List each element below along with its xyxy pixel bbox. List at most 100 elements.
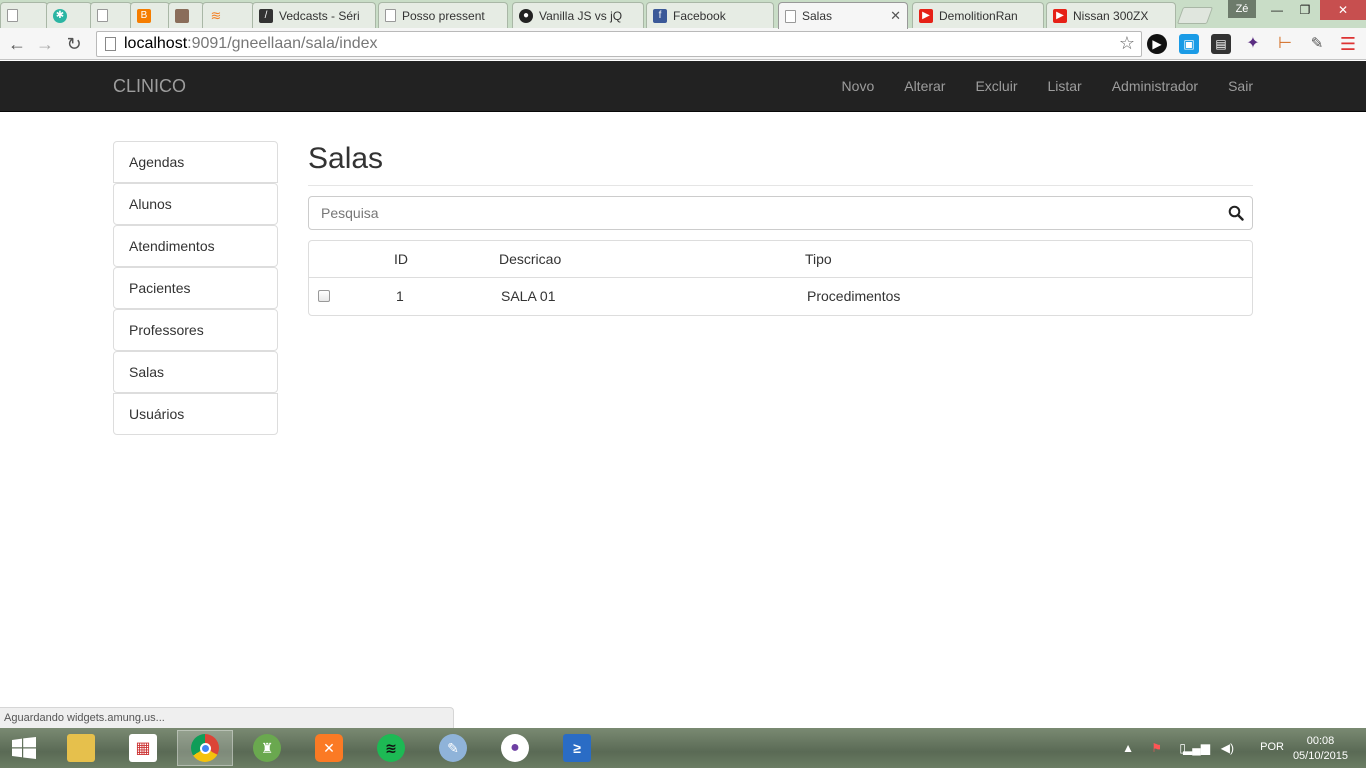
browser-tab-active[interactable]: Salas ✕ xyxy=(778,2,908,29)
cell-descricao: SALA 01 xyxy=(501,288,556,305)
sidebar-item-usuarios[interactable]: Usuários xyxy=(113,393,278,435)
cell-id: 1 xyxy=(396,288,404,305)
vedcasts-icon: / xyxy=(259,8,273,23)
rss-extension-icon[interactable]: ⊢ xyxy=(1275,34,1295,54)
xampp-icon: ✕ xyxy=(315,734,343,762)
row-checkbox[interactable] xyxy=(318,290,330,303)
clock-time: 00:08 xyxy=(1306,735,1335,747)
gear-icon: ✱ xyxy=(53,8,67,23)
row-select-cell xyxy=(309,277,391,315)
page-icon xyxy=(385,9,396,22)
reload-icon[interactable]: ↻ xyxy=(62,32,86,56)
windows-taskbar: ▦ ♜ ✕ ≋ ✎ ● ≥ ▲ ⚑ ▯ ▂▄▆ ◀) POR 00:08 05/… xyxy=(0,728,1366,768)
play-extension-icon[interactable]: ▶ xyxy=(1147,34,1167,54)
taskbar-apps[interactable]: ▦ xyxy=(115,730,171,766)
brand-link[interactable]: CLINICO xyxy=(113,76,186,97)
app-icon: ♜ xyxy=(253,734,281,762)
close-window-icon[interactable]: ✕ xyxy=(1320,0,1366,20)
apps-grid-icon: ▦ xyxy=(129,734,157,762)
sidebar-item-salas[interactable]: Salas xyxy=(113,351,278,393)
flag-icon[interactable]: ⚑ xyxy=(1151,741,1162,755)
address-bar[interactable]: localhost:9091/gneellaan/sala/index ☆ xyxy=(96,31,1142,57)
spotify-icon: ≋ xyxy=(377,734,405,762)
table-row[interactable]: 1 SALA 01 Procedimentos xyxy=(309,277,1252,315)
taskbar-paint[interactable]: ✎ xyxy=(425,730,481,766)
stackoverflow-icon: ≋ xyxy=(210,7,222,23)
nav-alterar[interactable]: Alterar xyxy=(874,61,945,111)
browser-tab[interactable]: ▶ DemolitionRan xyxy=(912,2,1044,28)
restore-icon[interactable]: ❐ xyxy=(1292,0,1318,20)
app-navbar: CLINICO Novo Alterar Excluir Listar Admi… xyxy=(0,61,1366,112)
browser-tab[interactable] xyxy=(0,2,48,28)
cell-tipo: Procedimentos xyxy=(807,288,901,305)
volume-icon[interactable]: ◀) xyxy=(1221,741,1234,755)
page-icon xyxy=(7,9,18,22)
sidebar-item-agendas[interactable]: Agendas xyxy=(113,141,278,183)
nav-excluir[interactable]: Excluir xyxy=(945,61,1017,111)
browser-tab[interactable]: ▶ Nissan 300ZX xyxy=(1046,2,1176,28)
navbar-links: Novo Alterar Excluir Listar Administrado… xyxy=(812,61,1253,111)
browser-tab[interactable]: ≋ xyxy=(202,2,254,28)
browser-tab[interactable]: ✱ xyxy=(46,2,92,28)
browser-tab[interactable]: B xyxy=(130,2,170,28)
tab-title: Facebook xyxy=(673,8,726,23)
youtube-icon: ▶ xyxy=(919,8,933,23)
menu-icon[interactable]: ☰ xyxy=(1338,34,1358,54)
nav-novo[interactable]: Novo xyxy=(812,61,875,111)
browser-toolbar: ← → ↻ localhost:9091/gneellaan/sala/inde… xyxy=(0,28,1366,60)
sidebar-item-atendimentos[interactable]: Atendimentos xyxy=(113,225,278,267)
page-title: Salas xyxy=(308,142,384,175)
taskbar-chrome[interactable] xyxy=(177,730,233,766)
browser-user-badge[interactable]: Zé xyxy=(1228,0,1256,18)
browser-tab[interactable] xyxy=(90,2,132,28)
taskbar-app[interactable]: ♜ xyxy=(239,730,295,766)
taskbar-github[interactable]: ● xyxy=(487,730,543,766)
browser-tab[interactable]: ● Vanilla JS vs jQ xyxy=(512,2,644,28)
browser-tab[interactable]: / Vedcasts - Séri xyxy=(252,2,376,28)
browser-tab[interactable]: f Facebook xyxy=(646,2,774,28)
nav-listar[interactable]: Listar xyxy=(1017,61,1081,111)
close-tab-icon[interactable]: ✕ xyxy=(890,8,901,24)
input-language[interactable]: POR xyxy=(1260,741,1284,753)
page-icon xyxy=(105,37,116,51)
powershell-icon: ≥ xyxy=(563,734,591,762)
sidebar-item-alunos[interactable]: Alunos xyxy=(113,183,278,225)
save-extension-icon[interactable]: ▣ xyxy=(1179,34,1199,54)
forward-arrow-icon[interactable]: → xyxy=(33,32,57,56)
vs-extension-icon[interactable]: ✦ xyxy=(1243,34,1263,54)
avatar-icon xyxy=(175,8,189,23)
windows-start-icon[interactable] xyxy=(10,737,38,759)
film-extension-icon[interactable]: ▤ xyxy=(1211,34,1231,54)
minimize-icon[interactable]: — xyxy=(1262,0,1292,20)
column-header-id: ID xyxy=(391,241,499,278)
nav-administrador[interactable]: Administrador xyxy=(1082,61,1198,111)
taskbar-xampp[interactable]: ✕ xyxy=(301,730,357,766)
signal-icon[interactable]: ▂▄▆ xyxy=(1183,741,1210,755)
browser-tab[interactable]: Posso pressent xyxy=(378,2,508,28)
blogger-icon: B xyxy=(137,8,151,23)
dropper-extension-icon[interactable]: ✎ xyxy=(1307,34,1327,54)
taskbar-spotify[interactable]: ≋ xyxy=(363,730,419,766)
show-hidden-icons-icon[interactable]: ▲ xyxy=(1122,741,1134,755)
clock[interactable]: 00:08 05/10/2015 xyxy=(1293,734,1348,764)
search-input[interactable] xyxy=(309,197,1252,229)
new-tab-button[interactable] xyxy=(1176,7,1214,24)
select-column-header xyxy=(309,241,391,278)
folder-icon xyxy=(67,734,95,762)
bookmark-star-icon[interactable]: ☆ xyxy=(1119,33,1135,54)
nav-sair[interactable]: Sair xyxy=(1198,61,1253,111)
main-content: Salas ID Descricao Tipo 1 SALA 01 xyxy=(308,141,1253,316)
back-arrow-icon[interactable]: ← xyxy=(5,32,29,56)
search-box xyxy=(308,196,1253,230)
tab-title: DemolitionRan xyxy=(939,8,1018,23)
sidebar-item-pacientes[interactable]: Pacientes xyxy=(113,267,278,309)
page-icon xyxy=(97,9,108,22)
taskbar-file-explorer[interactable] xyxy=(53,730,109,766)
tab-title: Salas xyxy=(802,9,833,23)
sidebar-item-professores[interactable]: Professores xyxy=(113,309,278,351)
title-divider xyxy=(308,185,1253,186)
salas-table: ID Descricao Tipo 1 SALA 01 Procedimento… xyxy=(309,241,1252,315)
browser-tab[interactable] xyxy=(168,2,204,28)
search-icon[interactable] xyxy=(1228,205,1244,221)
taskbar-powershell[interactable]: ≥ xyxy=(549,730,605,766)
